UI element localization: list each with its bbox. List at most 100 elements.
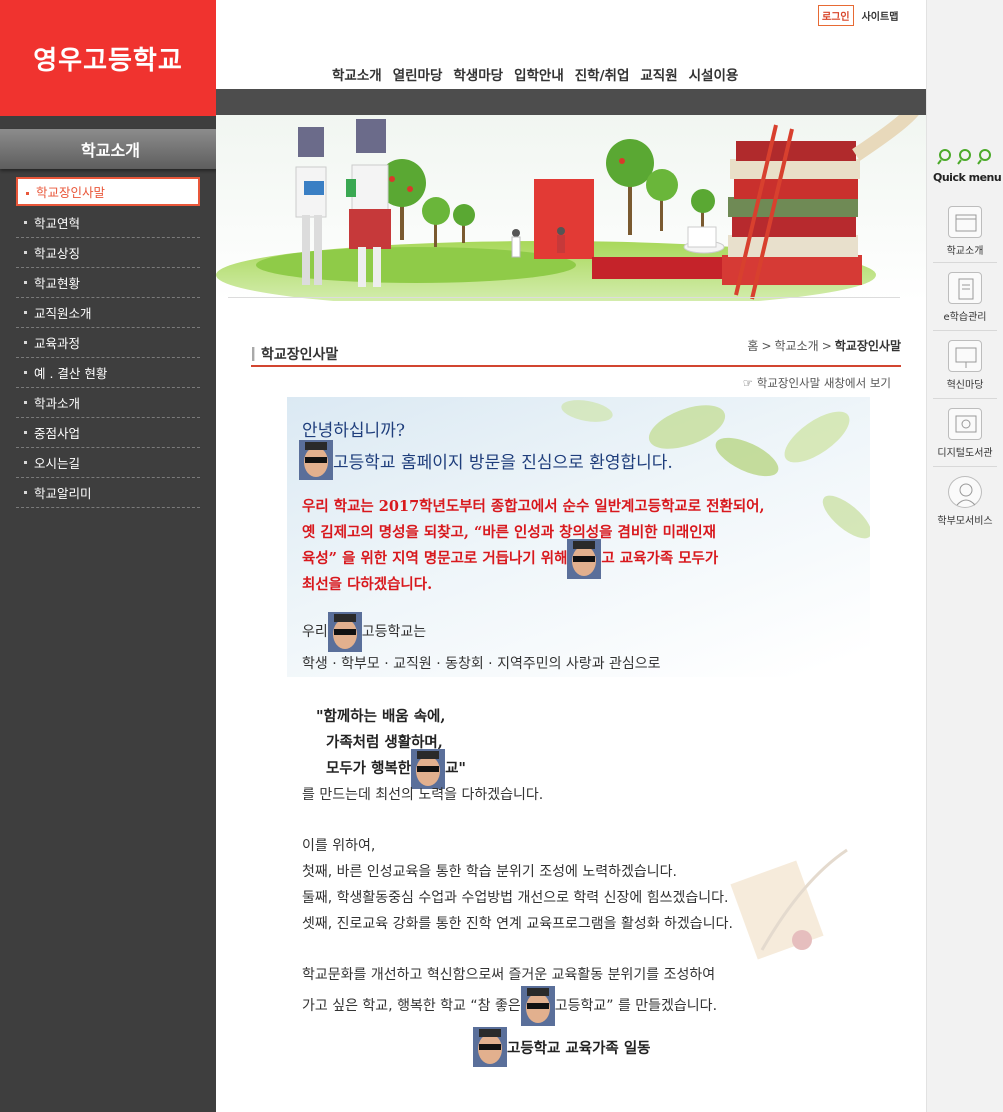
headset-person-icon — [948, 476, 982, 508]
motto-line: 모두가 행복한 교" — [316, 749, 466, 789]
motto-line: "함께하는 배움 속에, — [316, 708, 446, 725]
quick-divider — [933, 398, 997, 399]
face-photo — [473, 1027, 507, 1067]
sidebar-item-budget[interactable]: 예 . 결산 현황 — [16, 358, 200, 388]
breadcrumb-home[interactable]: 홈 — [747, 337, 758, 354]
school-logo-text: 영우고등학교 — [33, 45, 183, 76]
mission-line: 육성” 을 위한 지역 명문고로 거듭나기 위해 고 교육가족 모두가 — [302, 539, 847, 579]
presentation-icon — [948, 340, 982, 372]
sidebar-item-curriculum[interactable]: 교육과정 — [16, 328, 200, 358]
banner-image — [216, 115, 926, 301]
quick-item-innovation-label: 혁신마당 — [946, 380, 984, 391]
plan-item-2: 둘째, 학생활동중심 수업과 수업방법 개선으로 학력 신장에 힘쓰겠습니다. — [302, 890, 729, 906]
sidebar-item-history[interactable]: 학교연혁 — [16, 208, 200, 238]
face-photo — [299, 440, 333, 480]
calendar-icon — [948, 206, 982, 238]
greeting-line-2-text: 고등학교 홈페이지 방문을 진심으로 환영합니다. — [333, 452, 673, 473]
quick-item-about[interactable]: 학교소개 — [931, 206, 999, 257]
effort-line: 를 만드는데 최선의 노력을 다하겠습니다. — [302, 787, 544, 803]
sitemap-link[interactable]: 사이트맵 — [862, 8, 899, 23]
nav-student[interactable]: 학생마당 — [453, 64, 503, 84]
top-links: 로그인 사이트맵 — [818, 5, 898, 26]
breadcrumb-current: 학교장인사말 — [834, 339, 901, 353]
plan-item-3: 셋째, 진로교육 강화를 통한 진학 연계 교육프로그램을 활성화 하겠습니다. — [302, 916, 733, 932]
zoom-icons[interactable] — [937, 148, 995, 166]
quick-item-about-label: 학교소개 — [946, 246, 984, 257]
motto-line-text: 교" — [445, 760, 466, 777]
banner-illustration — [216, 115, 919, 301]
sidebar-item-greeting[interactable]: 학교장인사말 — [16, 177, 200, 206]
sidebar-item-directions[interactable]: 오시는길 — [16, 448, 200, 478]
plan-item-1: 첫째, 바른 인성교육을 통한 학습 분위기 조성에 노력하겠습니다. — [302, 864, 677, 880]
quick-divider — [933, 330, 997, 331]
face-photo — [567, 539, 602, 579]
side-menu: 학교장인사말 학교연혁 학교상징 학교현황 교직원소개 교육과정 예 . 결산 … — [16, 177, 200, 508]
book-search-icon — [948, 408, 982, 440]
quick-item-library[interactable]: 디지털도서관 — [931, 408, 999, 459]
quick-menu: Quick menu 학교소개 e학습관리 혁신마당 디지털도서관 학부모서비스 — [926, 0, 1003, 1112]
chevron-right-icon: > — [761, 338, 772, 353]
mission-line-text: 육성” 을 위한 지역 명문고로 거듭나기 위해 — [302, 550, 568, 567]
mission-line-text: 고 교육가족 모두가 — [601, 550, 719, 567]
quick-item-parents-label: 학부모서비스 — [937, 516, 993, 527]
page-title: 학교장인사말 — [252, 344, 338, 364]
school-intro-text: 고등학교는 — [361, 624, 427, 640]
sidebar-item-projects[interactable]: 중점사업 — [16, 418, 200, 448]
quick-zoom-icons — [937, 148, 995, 166]
school-intro: 우리 고등학교는 — [302, 612, 426, 652]
sidebar-item-status[interactable]: 학교현황 — [16, 268, 200, 298]
community-line: 학생 · 학부모 · 교직원 · 동창회 · 지역주민의 사랑과 관심으로 — [302, 656, 661, 672]
nav-career[interactable]: 진학/취업 — [575, 64, 630, 84]
quick-menu-title: Quick menu — [933, 171, 1002, 184]
quick-item-innovation[interactable]: 혁신마당 — [931, 340, 999, 391]
nav-admission[interactable]: 입학안내 — [514, 64, 564, 84]
school-intro-text: 우리 — [302, 624, 328, 640]
sidebar-section-title: 학교소개 — [0, 129, 221, 169]
nav-staff[interactable]: 교직원 — [640, 64, 677, 84]
quick-item-elearning[interactable]: e학습관리 — [931, 272, 999, 323]
mission-statement: 우리 학교는 2017학년도부터 종합고에서 순수 일반계고등학교로 전환되어,… — [302, 494, 847, 598]
greeting-line-1: 안녕하십니까? — [302, 421, 405, 441]
left-sidebar: 영우고등학교 학교소개 학교장인사말 학교연혁 학교상징 학교현황 교직원소개 … — [0, 0, 221, 1112]
motto-line-text: 모두가 행복한 — [326, 760, 412, 777]
sidebar-item-school-info[interactable]: 학교알리미 — [16, 478, 200, 508]
nav-facility[interactable]: 시설이용 — [689, 64, 739, 84]
login-button[interactable]: 로그인 — [818, 5, 854, 26]
mission-line: 우리 학교는 2017학년도부터 종합고에서 순수 일반계고등학교로 전환되어, — [302, 498, 765, 515]
quick-divider — [933, 262, 997, 263]
sidebar-item-staff[interactable]: 교직원소개 — [16, 298, 200, 328]
chevron-right-icon: > — [821, 338, 832, 353]
face-photo — [327, 612, 362, 652]
document-icon — [948, 272, 982, 304]
face-photo — [520, 986, 555, 1026]
sidebar-title-label: 학교소개 — [81, 141, 140, 160]
page: 영우고등학교 학교소개 학교장인사말 학교연혁 학교상징 학교현황 교직원소개 … — [0, 0, 1003, 1112]
quill-scroll-decoration — [730, 848, 848, 960]
breadcrumb-section[interactable]: 학교소개 — [775, 337, 819, 354]
greeting-line-2: 고등학교 홈페이지 방문을 진심으로 환영합니다. — [299, 440, 673, 480]
banner-divider — [228, 297, 900, 298]
signature: 고등학교 교육가족 일동 — [473, 1027, 651, 1067]
quick-item-library-label: 디지털도서관 — [937, 448, 993, 459]
open-new-window-link[interactable]: ☞ 학교장인사말 새창에서 보기 — [743, 375, 891, 391]
quick-item-parents[interactable]: 학부모서비스 — [931, 476, 999, 527]
school-logo[interactable]: 영우고등학교 — [0, 0, 216, 116]
quick-divider — [933, 466, 997, 467]
closing-line-2: 가고 싶은 학교, 행복한 학교 “참 좋은 고등학교” 를 만들겠습니다. — [302, 986, 717, 1026]
page-title-text: 학교장인사말 — [261, 347, 339, 363]
school-motto: "함께하는 배움 속에, 가족처럼 생활하며, 모두가 행복한 교" — [316, 704, 466, 789]
title-bar-mark — [252, 347, 255, 361]
closing-line-1: 학교문화를 개선하고 혁신함으로써 즐거운 교육활동 분위기를 조성하여 — [302, 967, 716, 983]
nav-open-forum[interactable]: 열린마당 — [393, 64, 443, 84]
breadcrumb: 홈 > 학교소개 > 학교장인사말 — [747, 337, 901, 354]
main-nav: 학교소개 열린마당 학생마당 입학안내 진학/취업 교직원 시설이용 — [332, 64, 738, 84]
quick-item-elearning-label: e학습관리 — [943, 312, 987, 323]
nav-about[interactable]: 학교소개 — [332, 64, 382, 84]
sidebar-item-departments[interactable]: 학과소개 — [16, 388, 200, 418]
closing-line-text: 고등학교” 를 만들겠습니다. — [554, 998, 718, 1014]
plan-intro: 이를 위하여, — [302, 838, 376, 854]
title-underline — [251, 365, 901, 367]
closing-line-text: 가고 싶은 학교, 행복한 학교 “참 좋은 — [302, 998, 521, 1014]
sidebar-item-symbol[interactable]: 학교상징 — [16, 238, 200, 268]
signature-text: 고등학교 교육가족 일동 — [507, 1039, 651, 1057]
